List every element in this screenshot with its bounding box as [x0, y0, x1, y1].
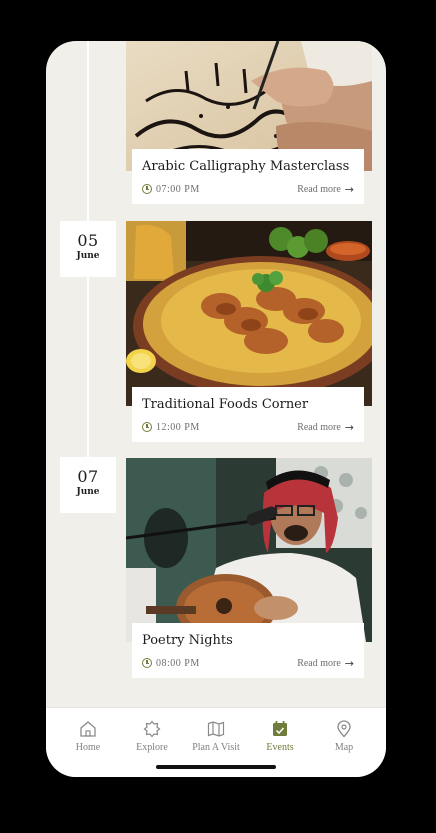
read-more-label: Read more — [297, 183, 341, 195]
nav-item-explore[interactable]: Explore — [122, 720, 182, 753]
event-time: 07:00 PM — [142, 184, 200, 195]
home-icon — [80, 721, 96, 737]
explore-icon — [143, 720, 161, 738]
clock-icon — [142, 422, 152, 432]
event-time-text: 08:00 PM — [156, 657, 200, 669]
clock-icon — [142, 184, 152, 194]
event-image-food — [126, 221, 372, 406]
nav-label: Events — [266, 742, 294, 753]
event-info-box: Traditional Foods Corner 12:00 PM Read m… — [132, 387, 364, 442]
event-title: Arabic Calligraphy Masterclass — [142, 159, 350, 174]
event-time: 12:00 PM — [142, 422, 200, 433]
arrow-right-icon: → — [344, 420, 354, 434]
nav-item-home[interactable]: Home — [58, 720, 118, 753]
nav-label: Explore — [136, 742, 168, 753]
clock-icon — [142, 658, 152, 668]
read-more-label: Read more — [297, 657, 341, 669]
event-info-box: Poetry Nights 08:00 PM Read more → — [132, 623, 364, 678]
date-badge-07: 07 June — [60, 457, 116, 513]
event-time: 08:00 PM — [142, 658, 200, 669]
read-more-link[interactable]: Read more → — [297, 657, 354, 670]
event-image-poetry — [126, 458, 372, 642]
date-month: June — [76, 251, 100, 261]
home-indicator — [156, 765, 276, 769]
nav-item-map[interactable]: Map — [314, 720, 374, 753]
event-card-calligraphy[interactable]: Arabic Calligraphy Masterclass 07:00 PM … — [126, 41, 372, 204]
date-day: 07 — [77, 467, 99, 486]
read-more-link[interactable]: Read more → — [297, 421, 354, 434]
date-day: 05 — [77, 231, 99, 250]
nav-label: Map — [334, 742, 354, 753]
event-card-poetry-nights[interactable]: Poetry Nights 08:00 PM Read more → — [126, 458, 372, 682]
event-title: Traditional Foods Corner — [142, 397, 309, 412]
read-more-label: Read more — [297, 421, 341, 433]
arrow-right-icon: → — [344, 182, 354, 196]
bottom-nav: Home Explore Plan A Visit Events Map — [46, 707, 386, 777]
calendar-icon — [273, 721, 287, 736]
nav-item-events[interactable]: Events — [250, 720, 310, 753]
phone-screen: Arabic Calligraphy Masterclass 07:00 PM … — [46, 41, 386, 777]
read-more-link[interactable]: Read more → — [297, 183, 354, 196]
date-badge-05: 05 June — [60, 221, 116, 277]
event-time-text: 07:00 PM — [156, 183, 200, 195]
nav-item-plan-a-visit[interactable]: Plan A Visit — [186, 720, 246, 753]
date-month: June — [76, 487, 100, 497]
arrow-right-icon: → — [344, 656, 354, 670]
event-info-box: Arabic Calligraphy Masterclass 07:00 PM … — [132, 149, 364, 204]
nav-label: Home — [75, 742, 101, 753]
location-pin-icon — [337, 720, 351, 738]
nav-label: Plan A Visit — [192, 742, 240, 753]
event-time-text: 12:00 PM — [156, 421, 200, 433]
map-fold-icon — [207, 721, 225, 737]
event-title: Poetry Nights — [142, 633, 233, 648]
event-card-traditional-foods[interactable]: Traditional Foods Corner 12:00 PM Read m… — [126, 221, 372, 445]
